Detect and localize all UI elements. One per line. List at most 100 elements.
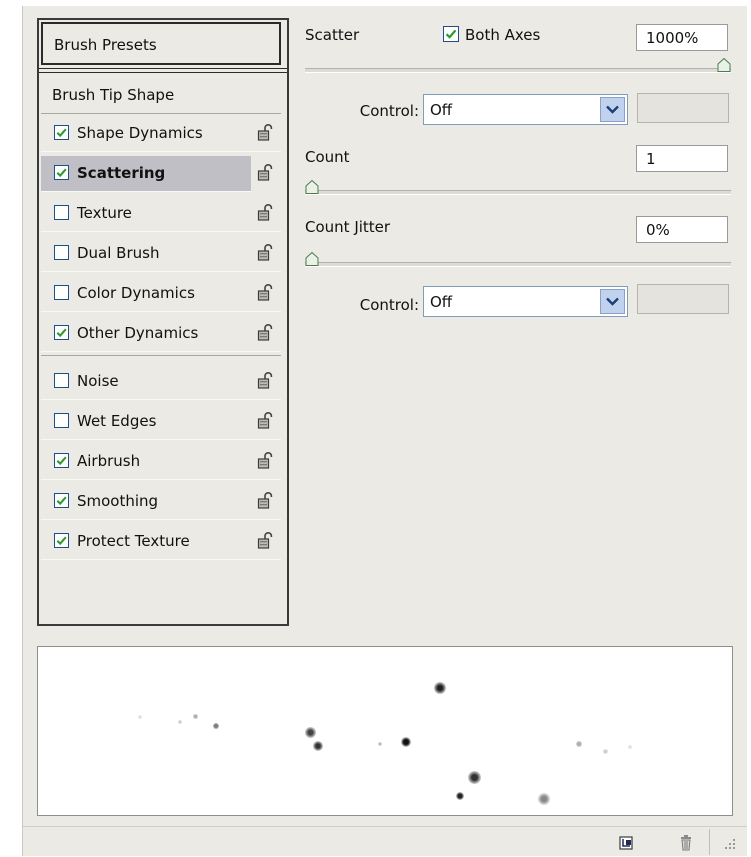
brush-options-list: Brush Presets Brush Tip Shape Shape Dyna… xyxy=(37,18,289,626)
option-label: Texture xyxy=(77,204,132,222)
option-item[interactable]: Shape Dynamics xyxy=(41,116,281,152)
brush-dab xyxy=(305,727,316,738)
new-preset-icon[interactable] xyxy=(617,832,635,852)
checkmark-icon xyxy=(56,168,67,178)
lock-icon[interactable] xyxy=(257,163,273,182)
lock-icon[interactable] xyxy=(257,203,273,222)
option-checkbox[interactable] xyxy=(54,493,69,508)
trash-icon[interactable] xyxy=(677,832,695,852)
option-label: Color Dynamics xyxy=(77,284,195,302)
option-checkbox[interactable] xyxy=(54,245,69,260)
scatter-slider-track[interactable] xyxy=(305,68,731,73)
brush-dab xyxy=(603,749,608,754)
dropdown-arrow-button[interactable] xyxy=(600,97,625,122)
option-checkbox[interactable] xyxy=(54,533,69,548)
scatter-slider-thumb[interactable] xyxy=(717,58,731,72)
option-item[interactable]: Texture xyxy=(41,196,281,232)
divider xyxy=(709,829,710,855)
option-item[interactable]: Dual Brush xyxy=(41,236,281,272)
option-checkbox[interactable] xyxy=(54,325,69,340)
scatter-control-select[interactable]: Off xyxy=(423,94,628,125)
divider xyxy=(41,113,281,114)
count-label: Count xyxy=(305,148,350,166)
option-item[interactable]: Other Dynamics xyxy=(41,316,281,352)
option-checkbox[interactable] xyxy=(54,125,69,140)
lock-icon[interactable] xyxy=(257,531,273,550)
brush-dab xyxy=(213,723,219,729)
lock-icon[interactable] xyxy=(257,371,273,390)
brush-tip-shape-item[interactable]: Brush Tip Shape xyxy=(41,76,281,112)
brush-tip-shape-label: Brush Tip Shape xyxy=(52,86,175,104)
dropdown-arrow-button[interactable] xyxy=(600,289,625,314)
option-item[interactable]: Noise xyxy=(41,364,281,400)
chevron-down-icon xyxy=(606,297,619,306)
count-jitter-control-param-field xyxy=(637,284,729,314)
brush-presets-label: Brush Presets xyxy=(54,36,157,54)
count-jitter-control-label: Control: xyxy=(359,296,419,314)
option-item[interactable]: Color Dynamics xyxy=(41,276,281,312)
count-value-field[interactable]: 1 xyxy=(636,145,728,172)
option-label: Smoothing xyxy=(77,492,159,510)
brush-dab xyxy=(401,737,411,747)
option-item[interactable]: Scattering xyxy=(41,156,273,192)
lock-icon[interactable] xyxy=(257,283,273,302)
brush-stroke-preview xyxy=(37,646,733,816)
option-checkbox[interactable] xyxy=(54,373,69,388)
option-label: Wet Edges xyxy=(77,412,157,430)
option-checkbox[interactable] xyxy=(54,165,69,180)
option-item[interactable]: Protect Texture xyxy=(41,524,281,560)
scatter-control-label: Control: xyxy=(359,102,419,120)
option-label: Airbrush xyxy=(77,452,141,470)
lock-icon[interactable] xyxy=(257,451,273,470)
brush-dab xyxy=(193,714,198,719)
checkmark-icon xyxy=(56,536,67,546)
count-slider-thumb[interactable] xyxy=(305,180,319,194)
count-slider-track[interactable] xyxy=(305,190,731,195)
count-jitter-value-field[interactable]: 0% xyxy=(636,216,728,243)
option-item[interactable]: Wet Edges xyxy=(41,404,281,440)
option-item[interactable]: Airbrush xyxy=(41,444,281,480)
checkmark-icon xyxy=(56,496,67,506)
brush-dab xyxy=(138,715,142,719)
brush-dab xyxy=(178,720,182,724)
scatter-control-param-field xyxy=(637,93,729,123)
checkmark-icon xyxy=(445,29,457,39)
option-checkbox[interactable] xyxy=(54,285,69,300)
lock-icon[interactable] xyxy=(257,491,273,510)
divider xyxy=(39,68,287,73)
brush-presets-button[interactable]: Brush Presets xyxy=(41,22,281,65)
option-checkbox[interactable] xyxy=(54,205,69,220)
scatter-label: Scatter xyxy=(305,26,360,44)
count-jitter-control-value: Off xyxy=(430,293,453,311)
count-jitter-slider-track[interactable] xyxy=(305,262,731,267)
brushes-panel: Brush Presets Brush Tip Shape Shape Dyna… xyxy=(22,6,747,856)
brush-dab xyxy=(313,741,323,751)
option-label: Other Dynamics xyxy=(77,324,199,342)
both-axes-label: Both Axes xyxy=(465,26,541,44)
option-label: Noise xyxy=(77,372,119,390)
panel-bottom-bar xyxy=(23,826,747,857)
brush-dab xyxy=(434,682,446,694)
brush-dab xyxy=(538,793,550,805)
brush-dab xyxy=(378,742,382,746)
lock-icon[interactable] xyxy=(257,411,273,430)
lock-icon[interactable] xyxy=(257,123,273,142)
lock-icon[interactable] xyxy=(257,243,273,262)
option-label: Scattering xyxy=(77,164,166,182)
count-jitter-control-select[interactable]: Off xyxy=(423,286,628,317)
checkmark-icon xyxy=(56,328,67,338)
scatter-value-field[interactable]: 1000% xyxy=(636,24,728,51)
count-jitter-slider-thumb[interactable] xyxy=(305,252,319,266)
count-jitter-label: Count Jitter xyxy=(305,218,391,236)
option-item[interactable]: Smoothing xyxy=(41,484,281,520)
resize-grip-icon[interactable] xyxy=(721,835,737,851)
scatter-control-value: Off xyxy=(430,101,453,119)
option-checkbox[interactable] xyxy=(54,453,69,468)
lock-icon[interactable] xyxy=(257,323,273,342)
chevron-down-icon xyxy=(606,105,619,114)
both-axes-checkbox[interactable] xyxy=(443,26,459,42)
brush-dab xyxy=(628,745,632,749)
checkmark-icon xyxy=(56,128,67,138)
option-label: Shape Dynamics xyxy=(77,124,203,142)
option-checkbox[interactable] xyxy=(54,413,69,428)
